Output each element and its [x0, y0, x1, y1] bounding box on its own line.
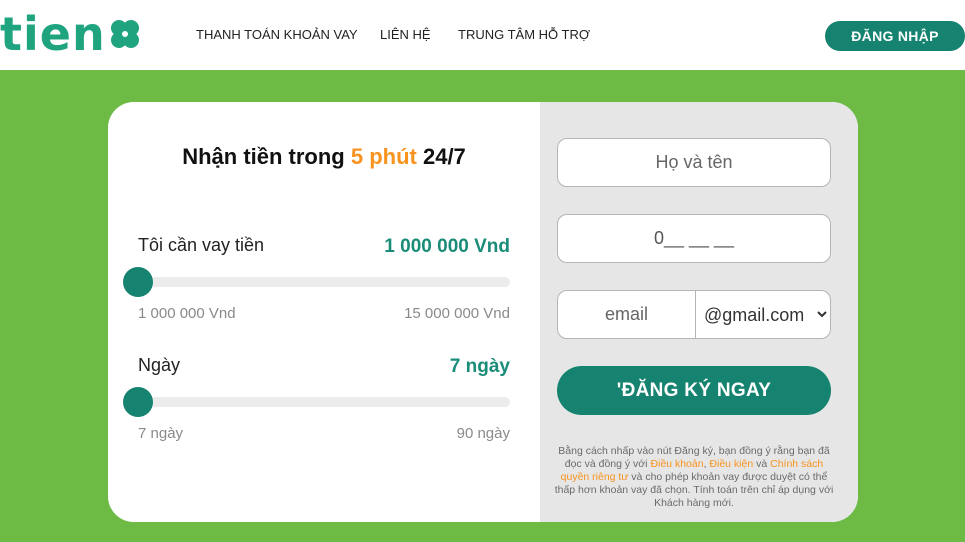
days-min: 7 ngày [138, 425, 184, 442]
headline-highlight: 5 phút [350, 144, 417, 169]
days-slider-handle[interactable] [123, 387, 153, 417]
legal-notice: Bằng cách nhấp vào nút Đăng ký, bạn đồng… [554, 445, 834, 510]
nav-contact[interactable]: LIÊN HỆ [380, 27, 431, 42]
loan-card: Nhận tiền trong 5 phút 24/7 Tôi cần vay … [108, 102, 858, 522]
nav-support-center[interactable]: TRUNG TÂM HỖ TRỢ [458, 27, 590, 42]
days-label: Ngày [138, 355, 181, 375]
days-value: 7 ngày [449, 356, 510, 377]
days-max: 90 ngày [456, 425, 510, 442]
top-navbar: tien THANH TOÁN KHOẢN VAY LIÊN HỆ TRUNG … [0, 0, 965, 70]
conditions-link[interactable]: Điều kiện [709, 458, 753, 470]
clover-icon [110, 20, 139, 48]
headline: Nhận tiền trong 5 phút 24/7 [108, 144, 540, 170]
amount-slider-handle[interactable] [123, 267, 153, 297]
full-name-input[interactable] [557, 138, 831, 187]
amount-label: Tôi cần vay tiền [138, 235, 265, 255]
amount-max: 15 000 000 Vnd [404, 305, 510, 322]
email-domain-select[interactable]: @gmail.com [695, 290, 831, 339]
amount-min: 1 000 000 Vnd [138, 305, 236, 322]
email-input[interactable] [557, 290, 696, 339]
nav-loan-payment[interactable]: THANH TOÁN KHOẢN VAY [196, 27, 358, 42]
amount-value: 1 000 000 Vnd [384, 236, 510, 257]
registration-form: @gmail.com 'ĐĂNG KÝ NGAY Bằng cách nhấp … [540, 102, 858, 522]
logo-text: tien [0, 7, 106, 61]
legal-and: và [753, 458, 771, 470]
days-slider-track[interactable] [138, 397, 510, 407]
tien-logo[interactable]: tien [0, 7, 142, 61]
login-button[interactable]: ĐĂNG NHẬP [825, 21, 965, 51]
terms-link[interactable]: Điều khoản [650, 458, 703, 470]
headline-post: 24/7 [416, 144, 466, 169]
phone-input[interactable] [557, 214, 831, 263]
register-now-button[interactable]: 'ĐĂNG KÝ NGAY [557, 366, 831, 415]
amount-slider-track[interactable] [138, 277, 510, 287]
loan-calculator: Nhận tiền trong 5 phút 24/7 Tôi cần vay … [108, 102, 540, 522]
headline-pre: Nhận tiền trong [182, 144, 351, 169]
